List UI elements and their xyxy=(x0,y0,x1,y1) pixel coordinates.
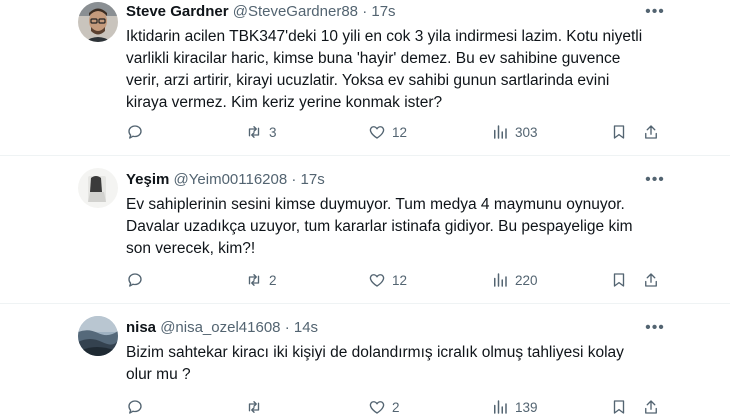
like-count: 2 xyxy=(392,399,400,415)
tweet-text-line: Ev sahiplerinin sesini kimse duymuyor. T… xyxy=(126,196,625,213)
tweet-text-line: son verecek, kim?! xyxy=(126,240,256,257)
like-count: 12 xyxy=(392,272,408,288)
share-icon xyxy=(645,400,657,414)
reply-icon xyxy=(128,125,142,139)
reply-icon xyxy=(128,400,142,414)
reply-icon xyxy=(128,273,142,287)
author-handle[interactable]: @Yeim00116208 xyxy=(174,171,288,188)
heart-icon xyxy=(369,126,385,139)
tweet-text-line: Iktidarin acilen TBK347'deki 10 yili en … xyxy=(126,28,643,45)
avatar[interactable] xyxy=(78,316,118,356)
retweet-icon xyxy=(248,126,260,138)
tweet-text-line: varlikli kiracilar haric, kimse buna 'ha… xyxy=(126,50,621,67)
retweet-count: 3 xyxy=(269,124,277,140)
tweet-header: nisa @nisa_ozel41608 · 14s xyxy=(126,318,318,338)
more-icon[interactable]: ••• xyxy=(645,318,665,338)
view-count: 220 xyxy=(515,272,538,288)
like-button[interactable]: 12 xyxy=(368,122,407,142)
tweet-text: Ev sahiplerinin sesini kimse duymuyor. T… xyxy=(126,194,646,260)
share-icon xyxy=(645,125,657,139)
like-count: 12 xyxy=(392,124,408,140)
bookmark-button[interactable] xyxy=(610,270,628,290)
tweet-actions: 2 139 xyxy=(126,397,666,417)
retweet-button[interactable]: 2 xyxy=(245,270,277,290)
tweet-text: Iktidarin acilen TBK347'deki 10 yili en … xyxy=(126,26,646,114)
views-button[interactable]: 303 xyxy=(491,122,538,142)
tweet-actions: 2 12 220 xyxy=(126,270,666,290)
views-icon xyxy=(494,125,507,139)
share-button[interactable] xyxy=(642,270,660,290)
avatar[interactable] xyxy=(78,2,118,42)
more-icon[interactable]: ••• xyxy=(645,2,665,22)
author-name[interactable]: Steve Gardner xyxy=(126,3,229,20)
views-button[interactable]: 220 xyxy=(491,270,538,290)
like-button[interactable]: 12 xyxy=(368,270,407,290)
tweet-text: Bizim sahtekar kiracı iki kişiyi de dola… xyxy=(126,342,646,386)
bookmark-icon xyxy=(613,125,625,139)
author-handle[interactable]: @nisa_ozel41608 xyxy=(160,319,280,336)
view-count: 303 xyxy=(515,124,538,140)
tweet-header: Steve Gardner @SteveGardner88 · 17s xyxy=(126,2,396,22)
tweet-yesim[interactable]: Yeşim @Yeim00116208 · 17s ••• Ev sahiple… xyxy=(0,156,730,300)
more-icon[interactable]: ••• xyxy=(645,170,665,190)
reply-button[interactable] xyxy=(126,122,150,142)
author-name[interactable]: Yeşim xyxy=(126,171,169,188)
tweet-text-line: Bizim sahtekar kiracı iki kişiyi de dola… xyxy=(126,344,624,361)
separator-dot: · xyxy=(284,319,290,336)
views-button[interactable]: 139 xyxy=(491,397,538,417)
heart-icon xyxy=(369,401,385,414)
heart-icon xyxy=(369,274,385,287)
tweet-text-line: verir, arzi artirir, kirayi ucuzlatir. Y… xyxy=(126,72,610,89)
view-count: 139 xyxy=(515,399,538,415)
retweet-icon xyxy=(248,401,260,413)
separator-dot: · xyxy=(291,171,297,188)
retweet-count: 2 xyxy=(269,272,277,288)
retweet-button[interactable] xyxy=(245,397,269,417)
timestamp[interactable]: 17s xyxy=(301,171,325,188)
retweet-button[interactable]: 3 xyxy=(245,122,277,142)
timestamp[interactable]: 14s xyxy=(294,319,318,336)
tweet-header: Yeşim @Yeim00116208 · 17s xyxy=(126,170,325,190)
author-handle[interactable]: @SteveGardner88 xyxy=(233,3,358,20)
reply-button[interactable] xyxy=(126,270,150,290)
tweet-steve-gardner[interactable]: Steve Gardner @SteveGardner88 · 17s ••• … xyxy=(0,0,730,148)
share-button[interactable] xyxy=(642,122,660,142)
bookmark-button[interactable] xyxy=(610,122,628,142)
separator-dot: · xyxy=(362,3,368,20)
tweet-text-line: kiraya vermez. Kim keriz yerine konmak i… xyxy=(126,94,443,111)
reply-button[interactable] xyxy=(126,397,150,417)
timestamp[interactable]: 17s xyxy=(371,3,395,20)
avatar[interactable] xyxy=(78,168,118,208)
tweet-nisa[interactable]: nisa @nisa_ozel41608 · 14s ••• Bizim sah… xyxy=(0,304,730,420)
views-icon xyxy=(494,400,507,414)
author-name[interactable]: nisa xyxy=(126,319,156,336)
tweet-actions: 3 12 303 xyxy=(126,122,666,142)
tweet-text-line: Davalar uzadıkça uzuyor, tum kararlar is… xyxy=(126,218,633,235)
retweet-icon xyxy=(248,274,260,286)
bookmark-icon xyxy=(613,400,625,414)
bookmark-button[interactable] xyxy=(610,397,628,417)
bookmark-icon xyxy=(613,273,625,287)
views-icon xyxy=(494,273,507,287)
share-button[interactable] xyxy=(642,397,660,417)
like-button[interactable]: 2 xyxy=(368,397,400,417)
share-icon xyxy=(645,273,657,287)
tweet-text-line: olur mu ? xyxy=(126,366,191,383)
